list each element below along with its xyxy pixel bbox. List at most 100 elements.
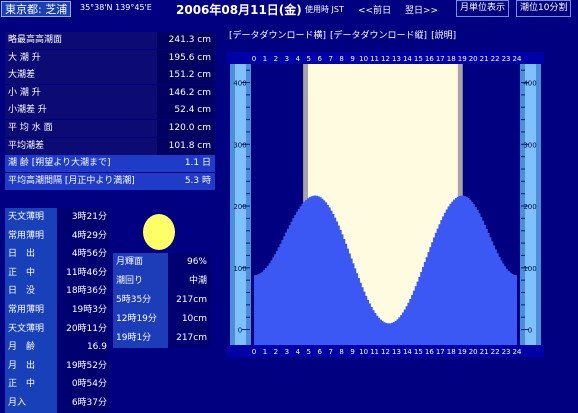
x-tick-label: 8 bbox=[339, 55, 343, 63]
astro-label: 月 齢 bbox=[5, 338, 57, 357]
x-tick-label: 9 bbox=[350, 55, 354, 63]
y-tick-label-right: 400 bbox=[523, 80, 536, 88]
stats-row: 略最高高潮面 241.3 cm bbox=[5, 32, 215, 49]
stats-label: 大潮差 bbox=[5, 67, 157, 85]
tide-info-table: 月輝面 96% 潮回り 中潮 5時35分 217cm 12時19分 10cm 19時1分 217c… bbox=[113, 253, 211, 348]
astro-row: 天文薄明 3時21分 bbox=[5, 208, 109, 227]
x-tick-label: 20 bbox=[469, 55, 478, 63]
y-tick-label-left: 0 bbox=[238, 327, 242, 335]
month-view-button[interactable]: 月単位表示 bbox=[456, 0, 510, 17]
stats-label: 小潮差 升 bbox=[5, 102, 157, 120]
x-tick-label: 19 bbox=[458, 55, 467, 63]
stats-value: 5.3 時 bbox=[157, 172, 215, 190]
y-tick-label-right: 300 bbox=[523, 141, 536, 149]
x-tick-label: 14 bbox=[403, 55, 412, 63]
x-tick-label: 1 bbox=[263, 55, 267, 63]
x-tick-label: 11 bbox=[370, 348, 379, 356]
x-tick-label: 17 bbox=[436, 55, 445, 63]
tide_info-row: 月輝面 96% bbox=[113, 253, 211, 272]
tide-stats-table: 略最高高潮面 241.3 cm 大 潮 升 195.6 cm 大潮差 151.2 cm 小 … bbox=[5, 32, 215, 190]
astro-label: 正 中 bbox=[5, 375, 57, 394]
x-tick-label: 24 bbox=[513, 348, 522, 356]
tide_info-row: 19時1分 217cm bbox=[113, 329, 211, 348]
help-link[interactable]: [説明] bbox=[431, 31, 456, 41]
x-tick-label: 7 bbox=[328, 55, 332, 63]
x-tick-label: 15 bbox=[414, 55, 423, 63]
y-tick-label-left: 100 bbox=[233, 265, 246, 273]
astro-value: 19時52分 bbox=[57, 356, 109, 376]
astro-label: 正 中 bbox=[5, 263, 57, 283]
x-tick-label: 22 bbox=[491, 348, 500, 356]
stats-row: 潮 齢 [朔望より大潮まで] 1.1 日 bbox=[5, 155, 215, 173]
tide_info-label: 5時35分 bbox=[113, 291, 168, 310]
astronomy-table: 天文薄明 3時21分 常用薄明 4時29分日 出 4時56分正 中 11時46分日 没 18… bbox=[5, 208, 109, 413]
x-tick-label: 5 bbox=[307, 348, 311, 356]
stats-label: 潮 齢 [朔望より大潮まで] bbox=[5, 155, 157, 173]
astro-label: 天文薄明 bbox=[5, 208, 57, 227]
astro-label: 月入 bbox=[5, 393, 57, 413]
astro-label: 日 出 bbox=[5, 245, 57, 264]
stats-value: 241.3 cm bbox=[157, 32, 215, 49]
tide_info-value: 96% bbox=[168, 253, 211, 272]
astro-row: 常用薄明 4時29分 bbox=[5, 226, 109, 246]
x-tick-label: 1 bbox=[263, 348, 267, 356]
tide_info-value: 217cm bbox=[168, 329, 211, 348]
date-title: 2006年08月11日(金) bbox=[176, 3, 302, 17]
time-mode: 使用時 JST bbox=[305, 5, 344, 14]
x-tick-label: 16 bbox=[425, 348, 434, 356]
astro-value: 0時54分 bbox=[57, 375, 109, 394]
x-tick-label: 18 bbox=[447, 348, 456, 356]
x-tick-label: 13 bbox=[392, 348, 401, 356]
tide_info-label: 19時1分 bbox=[113, 329, 168, 348]
x-tick-label: 18 bbox=[447, 55, 456, 63]
stats-label: 平均高潮間隔 [月正中より満潮] bbox=[5, 172, 157, 190]
stats-label: 略最高高潮面 bbox=[5, 32, 157, 49]
x-tick-label: 2 bbox=[274, 55, 278, 63]
astro-value: 4時29分 bbox=[57, 226, 109, 246]
x-tick-label: 14 bbox=[403, 348, 412, 356]
x-tick-label: 20 bbox=[469, 348, 478, 356]
download-links: [データダウンロード横] [データダウンロード縦] [説明] bbox=[229, 28, 460, 41]
x-tick-label: 12 bbox=[381, 348, 390, 356]
tide-chart: 400 400 300 300 200 200 100 100 0 0 0 1 2 3 4 5 6 7 8 9 10 11… bbox=[227, 52, 544, 357]
astro-row: 月 出 19時52分 bbox=[5, 356, 109, 376]
astro-row: 日 没 18時36分 bbox=[5, 282, 109, 301]
tide_info-value: 中潮 bbox=[168, 272, 211, 291]
x-tick-label: 15 bbox=[414, 348, 423, 356]
download-horizontal-link[interactable]: [データダウンロード横] bbox=[229, 31, 326, 41]
stats-label: 小 潮 升 bbox=[5, 84, 157, 102]
x-tick-label: 10 bbox=[359, 55, 368, 63]
prev-day-link[interactable]: <<前日 bbox=[358, 3, 391, 16]
next-day-link[interactable]: 翌日>> bbox=[405, 3, 438, 16]
coordinates: 35°38'N 139°45'E bbox=[80, 3, 152, 12]
astro-row: 正 中 11時46分 bbox=[5, 263, 109, 283]
tide_info-label: 月輝面 bbox=[113, 253, 168, 272]
tide_info-value: 217cm bbox=[168, 291, 211, 310]
stats-row: 小潮差 升 52.4 cm bbox=[5, 102, 215, 120]
stats-row: 小 潮 升 146.2 cm bbox=[5, 84, 215, 102]
x-tick-label: 19 bbox=[458, 348, 467, 356]
tide_info-row: 12時19分 10cm bbox=[113, 310, 211, 329]
stats-row: 大 潮 升 195.6 cm bbox=[5, 49, 215, 67]
astro-label: 常用薄明 bbox=[5, 226, 57, 246]
stats-value: 151.2 cm bbox=[157, 67, 215, 85]
y-tick-label-right: 100 bbox=[523, 265, 536, 273]
download-vertical-link[interactable]: [データダウンロード縦] bbox=[330, 31, 427, 41]
astro-label: 常用薄明 bbox=[5, 300, 57, 320]
bottom-hour-bar: 0 1 2 3 4 5 6 7 8 9 10 11 12 13 14 15 16 17 18 19 20 21 22 23 24 bbox=[227, 345, 544, 357]
stats-row: 平 均 水 面 120.0 cm bbox=[5, 119, 215, 137]
tide-10min-button[interactable]: 潮位10分割 bbox=[516, 0, 572, 17]
y-tick-label-left: 200 bbox=[233, 203, 246, 211]
x-tick-label: 4 bbox=[296, 55, 301, 63]
y-tick-label-right: 200 bbox=[523, 203, 536, 211]
x-tick-label: 8 bbox=[339, 348, 343, 356]
tide_info-row: 潮回り 中潮 bbox=[113, 272, 211, 291]
astro-row: 日 出 4時56分 bbox=[5, 245, 109, 264]
astro-row: 天文薄明 20時11分 bbox=[5, 319, 109, 339]
x-tick-label: 16 bbox=[425, 55, 434, 63]
stats-value: 120.0 cm bbox=[157, 119, 215, 137]
astro-label: 日 没 bbox=[5, 282, 57, 301]
y-tick-label-left: 400 bbox=[233, 80, 246, 88]
tide_info-label: 12時19分 bbox=[113, 310, 168, 329]
x-tick-label: 23 bbox=[502, 55, 511, 63]
